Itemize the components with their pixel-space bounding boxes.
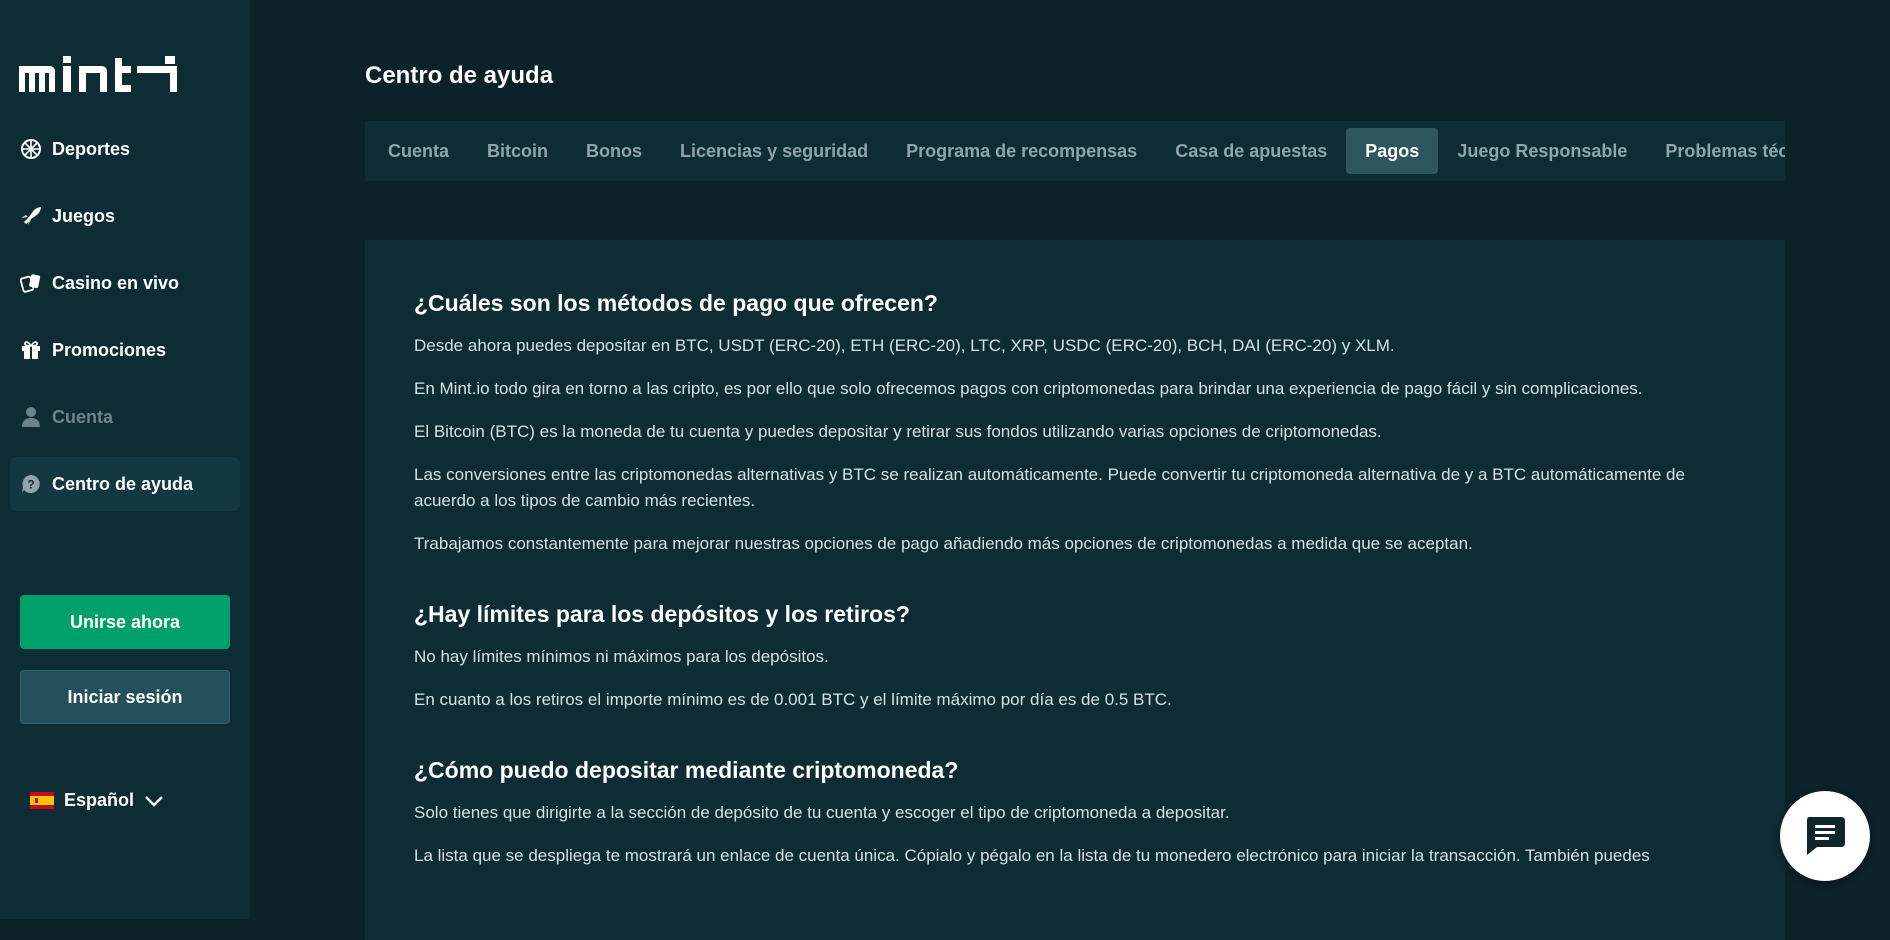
faq-answer: En Mint.io todo gira en torno a las crip… <box>414 379 1643 398</box>
faq-question: ¿Cómo puedo depositar mediante criptomon… <box>414 757 959 783</box>
tab-cuenta[interactable]: Cuenta <box>369 128 468 174</box>
tab-casa-de-apuestas[interactable]: Casa de apuestas <box>1156 128 1346 174</box>
gift-icon <box>20 339 42 361</box>
sidebar-item-centro-de-ayuda[interactable]: ? Centro de ayuda <box>10 457 240 511</box>
svg-text:?: ? <box>27 478 34 492</box>
user-icon <box>20 406 42 428</box>
sidebar-item-promociones[interactable]: Promociones <box>10 323 240 377</box>
help-icon: ? <box>20 473 42 495</box>
tab-juego-responsable[interactable]: Juego Responsable <box>1438 128 1646 174</box>
faq-answer: Las conversiones entre las criptomonedas… <box>414 465 1685 510</box>
sidebar-item-label: Deportes <box>52 138 131 159</box>
sidebar-item-label: Centro de ayuda <box>52 473 194 494</box>
tab-pagos[interactable]: Pagos <box>1346 128 1439 174</box>
tab-bitcoin[interactable]: Bitcoin <box>468 128 567 174</box>
faq-question: ¿Cuáles son los métodos de pago que ofre… <box>414 290 938 316</box>
sidebar: Deportes Juegos Casino en vivo Promocion… <box>0 0 250 919</box>
chat-button[interactable] <box>1780 791 1870 881</box>
chat-icon <box>1807 817 1845 855</box>
sidebar-item-cuenta[interactable]: Cuenta <box>10 390 240 444</box>
spain-flag-icon <box>30 792 54 809</box>
mint-logo[interactable] <box>19 56 177 92</box>
sidebar-nav: Deportes Juegos Casino en vivo Promocion… <box>10 122 240 524</box>
sports-ball-icon <box>20 138 42 160</box>
page-title: Centro de ayuda <box>365 62 554 89</box>
language-selector[interactable]: Español <box>30 790 164 811</box>
login-button[interactable]: Iniciar sesión <box>20 670 230 724</box>
faq-content: ¿Cuáles son los métodos de pago que ofre… <box>365 240 1785 940</box>
faq-section: ¿Cómo puedo depositar mediante criptomon… <box>414 757 1735 869</box>
language-label: Español <box>64 790 135 810</box>
sidebar-item-label: Casino en vivo <box>52 272 180 293</box>
sidebar-item-label: Juegos <box>52 205 116 226</box>
sidebar-item-label: Cuenta <box>52 406 114 427</box>
tab-licencias-y-seguridad[interactable]: Licencias y seguridad <box>661 128 887 174</box>
sidebar-item-juegos[interactable]: Juegos <box>10 189 240 243</box>
faq-answer: Desde ahora puedes depositar en BTC, USD… <box>414 336 1395 355</box>
faq-question: ¿Hay límites para los depósitos y los re… <box>414 601 910 627</box>
tab-bonos[interactable]: Bonos <box>567 128 661 174</box>
faq-answer: Trabajamos constantemente para mejorar n… <box>414 534 1473 553</box>
faq-answer: En cuanto a los retiros el importe mínim… <box>414 690 1172 709</box>
join-now-button[interactable]: Unirse ahora <box>20 595 230 649</box>
help-category-tabs: Cuenta Bitcoin Bonos Licencias y segurid… <box>365 121 1785 181</box>
faq-section: ¿Cuáles son los métodos de pago que ofre… <box>414 290 1735 557</box>
tab-problemas-tecnicos[interactable]: Problemas técni <box>1646 128 1785 174</box>
sidebar-item-deportes[interactable]: Deportes <box>10 122 240 176</box>
chevron-down-icon <box>145 795 163 807</box>
faq-section: ¿Hay límites para los depósitos y los re… <box>414 601 1735 713</box>
faq-answer: No hay límites mínimos ni máximos para l… <box>414 647 829 666</box>
rocket-icon <box>20 205 42 227</box>
faq-answer: La lista que se despliega te mostrará un… <box>414 846 1650 865</box>
faq-answer: Solo tienes que dirigirte a la sección d… <box>414 803 1230 822</box>
cards-icon <box>20 272 42 294</box>
sidebar-item-casino-en-vivo[interactable]: Casino en vivo <box>10 256 240 310</box>
sidebar-item-label: Promociones <box>52 339 167 360</box>
faq-answer: El Bitcoin (BTC) es la moneda de tu cuen… <box>414 422 1382 441</box>
tab-programa-de-recompensas[interactable]: Programa de recompensas <box>887 128 1156 174</box>
